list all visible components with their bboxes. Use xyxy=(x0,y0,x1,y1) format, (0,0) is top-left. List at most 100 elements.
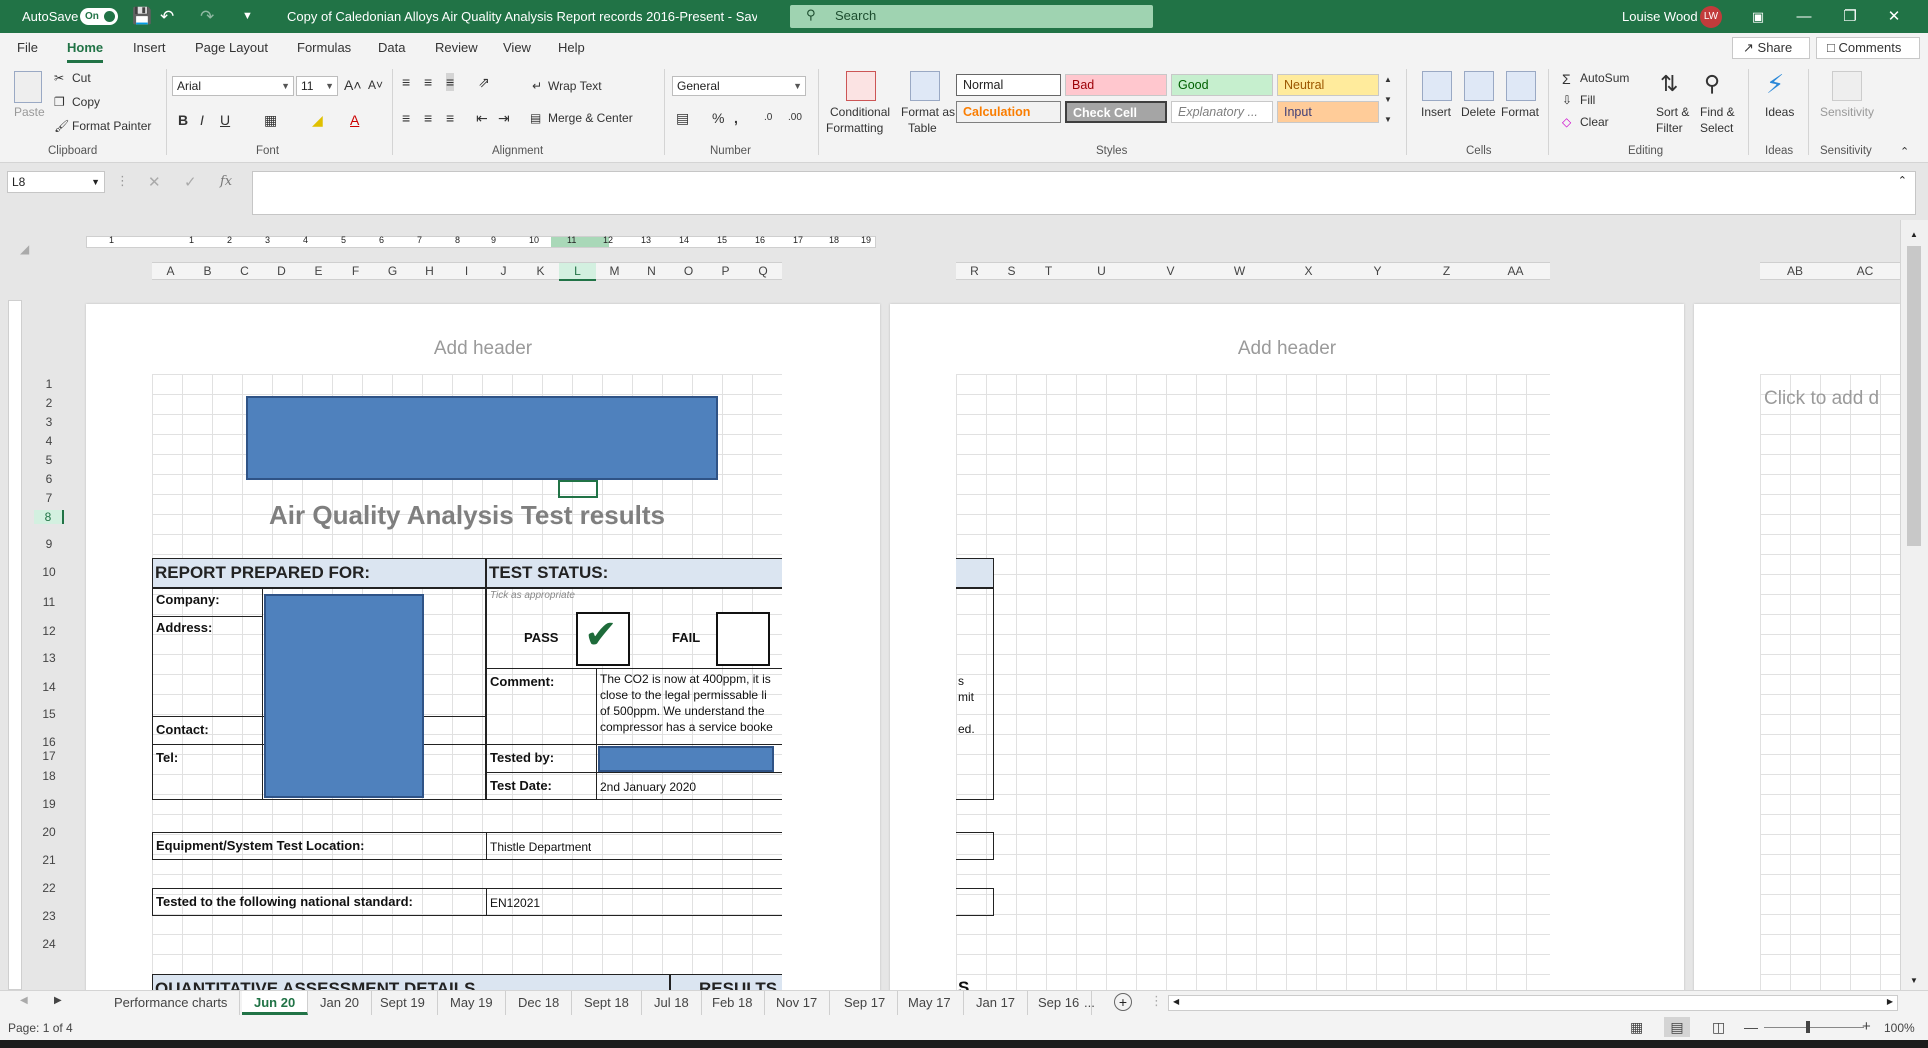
row-header[interactable]: 17 xyxy=(34,749,64,763)
column-header[interactable]: T xyxy=(1030,263,1067,279)
fail-checkbox[interactable] xyxy=(716,612,770,666)
zoom-out-icon[interactable]: — xyxy=(1744,1019,1758,1035)
add-header-placeholder[interactable]: Add header xyxy=(890,338,1684,360)
row-header[interactable]: 4 xyxy=(34,434,64,448)
copy-icon[interactable]: ❐ xyxy=(54,95,65,109)
cancel-icon[interactable]: ✕ xyxy=(148,173,161,191)
align-center-icon[interactable]: ≡ xyxy=(424,109,432,127)
align-right-icon[interactable]: ≡ xyxy=(446,109,454,127)
row-header-active[interactable]: 8 xyxy=(34,510,64,524)
font-name-combo[interactable]: Arial ▼ xyxy=(172,76,294,96)
row-header[interactable]: 6 xyxy=(34,472,64,486)
fill-button[interactable]: Fill xyxy=(1580,93,1595,107)
row-header[interactable]: 3 xyxy=(34,415,64,429)
row-header[interactable]: 23 xyxy=(34,909,64,923)
row-header[interactable]: 1 xyxy=(34,377,64,391)
format-painter-icon[interactable]: 🖌 xyxy=(54,119,69,133)
tab-data[interactable]: Data xyxy=(378,33,405,63)
pass-checkbox[interactable]: ✔ xyxy=(576,612,630,666)
sheet-tab[interactable]: Dec 18 xyxy=(506,991,573,1015)
insert-cells-button[interactable]: Insert xyxy=(1421,105,1451,119)
column-header[interactable]: AC xyxy=(1830,263,1900,279)
percent-style-icon[interactable]: % xyxy=(712,109,724,127)
style-bad[interactable]: Bad xyxy=(1065,74,1167,96)
autosum-button[interactable]: AutoSum xyxy=(1580,71,1629,85)
accounting-format-icon[interactable]: ▤ xyxy=(676,109,689,127)
sheet-tab[interactable]: Sep 17 xyxy=(832,991,899,1015)
zoom-slider[interactable] xyxy=(1764,1027,1864,1028)
row-header[interactable]: 20 xyxy=(34,825,64,839)
column-header[interactable]: G xyxy=(374,263,411,279)
row-header[interactable]: 14 xyxy=(34,680,64,694)
scroll-left-icon[interactable]: ◀ xyxy=(1173,997,1179,1006)
ideas-button[interactable]: Ideas xyxy=(1765,105,1794,119)
undo-icon[interactable]: ↶ xyxy=(160,0,174,33)
expand-formula-icon[interactable]: ⌃ xyxy=(1898,174,1907,187)
conditional-formatting-button[interactable]: Conditional xyxy=(830,105,890,119)
column-header[interactable]: V xyxy=(1136,263,1205,279)
sheet-tab[interactable]: Nov 17 xyxy=(764,991,831,1015)
fill-color-icon[interactable]: ◢ xyxy=(312,111,323,129)
tab-help[interactable]: Help xyxy=(558,33,585,63)
vertical-scrollbar[interactable]: ▲ ▼ xyxy=(1900,220,1928,990)
merge-center-button[interactable]: Merge & Center xyxy=(548,111,633,125)
underline-icon[interactable]: U xyxy=(220,111,230,129)
sheet-tab[interactable]: Jan 17 xyxy=(964,991,1029,1015)
align-bottom-icon[interactable]: ≡ xyxy=(446,73,455,91)
copy-button[interactable]: Copy xyxy=(72,95,100,109)
styles-scroll-down-icon[interactable]: ▼ xyxy=(1384,91,1392,109)
sheet-tab[interactable]: Feb 18 xyxy=(700,991,766,1015)
column-header[interactable]: O xyxy=(670,263,707,279)
zoom-slider-thumb[interactable] xyxy=(1806,1021,1810,1033)
format-as-table-button[interactable]: Format as xyxy=(901,105,955,119)
redacted-tester-shape[interactable] xyxy=(598,746,774,772)
column-header[interactable]: C xyxy=(226,263,263,279)
user-name[interactable]: Louise Wood xyxy=(1622,0,1698,33)
sheet-tab[interactable]: May 17 xyxy=(896,991,964,1015)
column-header[interactable]: X xyxy=(1274,263,1343,279)
column-header[interactable]: Z xyxy=(1412,263,1481,279)
column-header[interactable]: Q xyxy=(744,263,782,279)
column-header[interactable]: F xyxy=(337,263,374,279)
user-avatar[interactable]: LW xyxy=(1700,6,1722,28)
redo-icon[interactable]: ↷ xyxy=(200,0,214,33)
row-header[interactable]: 15 xyxy=(34,707,64,721)
page-layout-view-icon[interactable]: ▤ xyxy=(1664,1017,1690,1037)
page-break-view-icon[interactable]: ◫ xyxy=(1712,1019,1725,1036)
zoom-in-icon[interactable]: + xyxy=(1862,1018,1871,1035)
row-header[interactable]: 9 xyxy=(34,537,64,551)
format-painter-button[interactable]: Format Painter xyxy=(72,119,151,133)
merge-center-icon[interactable]: ▤ xyxy=(530,111,541,125)
fill-icon[interactable]: ⇩ xyxy=(1562,93,1572,107)
format-cells-icon[interactable] xyxy=(1506,71,1536,101)
insert-function-icon[interactable]: fx xyxy=(220,174,232,189)
paste-icon[interactable] xyxy=(14,71,42,103)
column-header[interactable]: S xyxy=(993,263,1030,279)
cell-grid[interactable] xyxy=(1760,374,1900,990)
sheet-tab[interactable]: Sept 19 xyxy=(368,991,438,1015)
select-all-icon[interactable]: ◢ xyxy=(20,242,29,256)
sort-filter-button[interactable]: Sort & xyxy=(1656,105,1689,119)
style-good[interactable]: Good xyxy=(1171,74,1273,96)
redacted-contact-shape[interactable] xyxy=(264,594,424,798)
cut-icon[interactable]: ✂ xyxy=(54,71,64,85)
style-explanatory[interactable]: Explanatory ... xyxy=(1171,101,1273,123)
enter-icon[interactable]: ✓ xyxy=(184,173,197,191)
wrap-text-icon[interactable]: ↵ xyxy=(532,79,542,93)
format-cells-button[interactable]: Format xyxy=(1501,105,1539,119)
row-header[interactable]: 24 xyxy=(34,937,64,951)
cut-button[interactable]: Cut xyxy=(72,71,91,85)
sheet-tab[interactable]: Performance charts xyxy=(102,991,241,1015)
normal-view-icon[interactable]: ▦ xyxy=(1630,1019,1643,1036)
close-icon[interactable]: ✕ xyxy=(1872,0,1916,33)
align-left-icon[interactable]: ≡ xyxy=(402,109,410,127)
row-header[interactable]: 2 xyxy=(34,396,64,410)
orientation-icon[interactable]: ⇗ xyxy=(478,73,490,91)
styles-scroll-up-icon[interactable]: ▲ xyxy=(1384,71,1392,89)
autosave-toggle[interactable]: On xyxy=(80,8,118,25)
column-header[interactable]: K xyxy=(522,263,559,279)
collapse-ribbon-icon[interactable]: ⌃ xyxy=(1900,145,1909,158)
sheet-tab[interactable]: Jan 20 xyxy=(308,991,373,1015)
row-header[interactable]: 19 xyxy=(34,797,64,811)
row-header[interactable]: 16 xyxy=(34,735,64,749)
